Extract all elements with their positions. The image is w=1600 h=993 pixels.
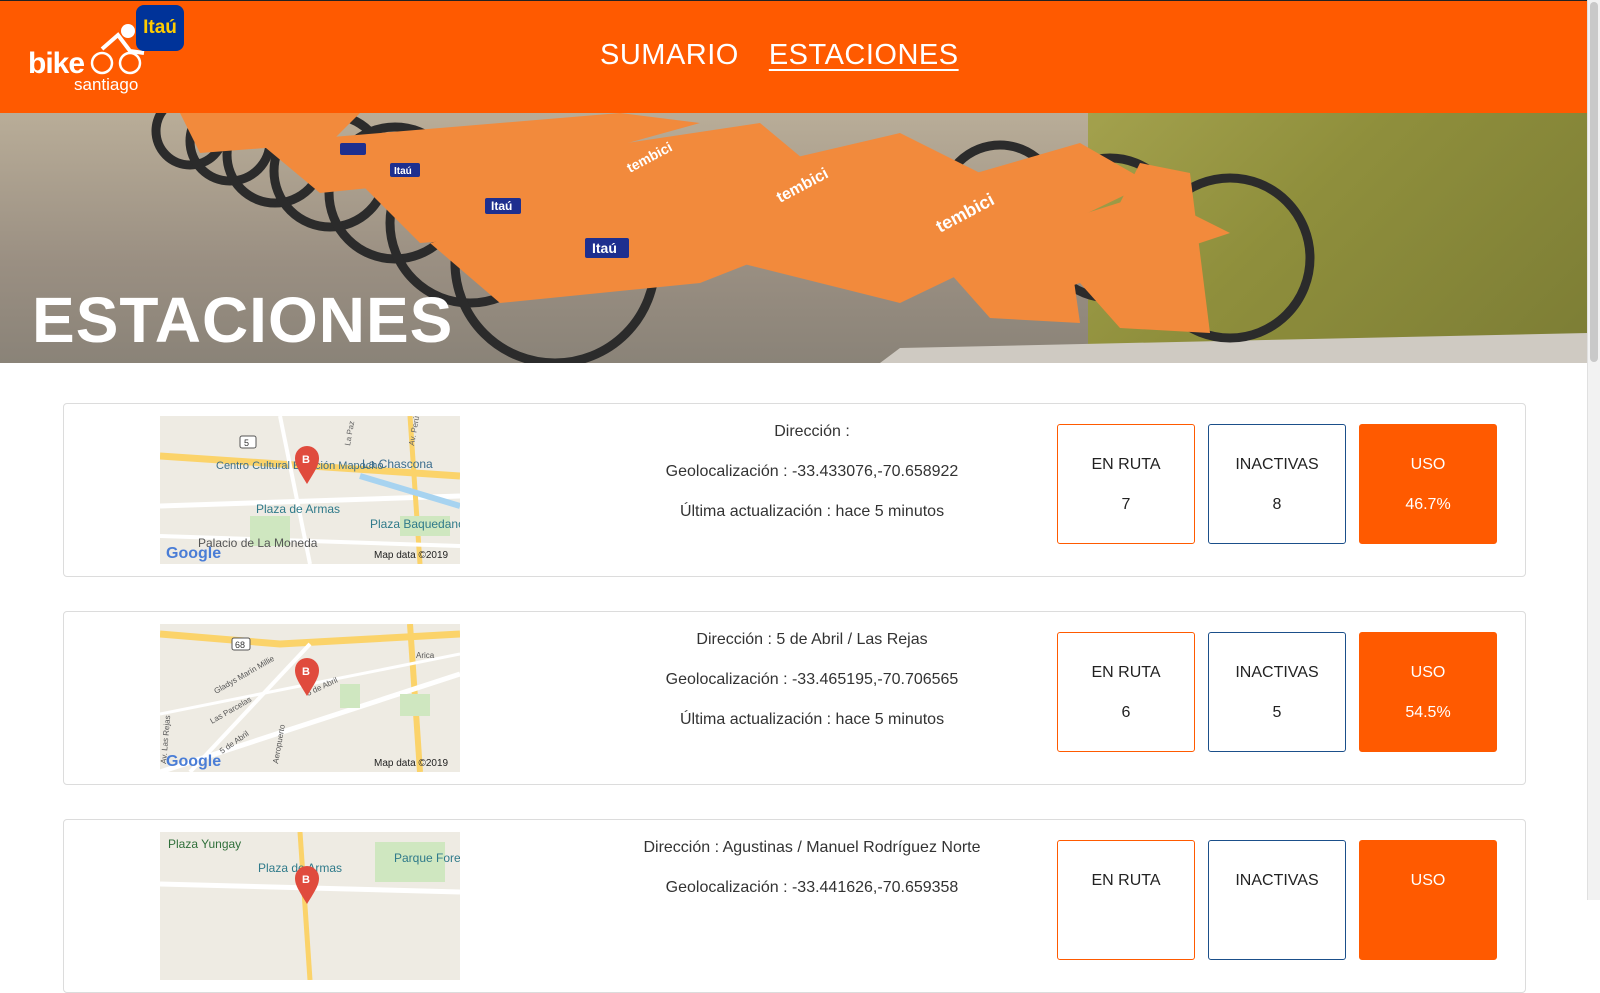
en-ruta-value: 6 bbox=[1121, 704, 1131, 721]
uso-label: USO bbox=[1410, 664, 1446, 681]
map-image: 68 Arica Gladys Marín Millie 5 de Abril … bbox=[160, 624, 460, 772]
page-scrollbar[interactable] bbox=[1587, 0, 1600, 900]
site-header: bike santiago Itaú SUMARIO ESTACIONES bbox=[0, 1, 1600, 113]
map-label: Plaza de Armas bbox=[256, 502, 340, 516]
station-map[interactable]: 68 Arica Gladys Marín Millie 5 de Abril … bbox=[160, 624, 460, 772]
en-ruta-label: EN RUTA bbox=[1091, 872, 1161, 889]
en-ruta-box: EN RUTA 7 bbox=[1057, 424, 1195, 544]
uso-box: USO 54.5% bbox=[1359, 632, 1497, 752]
bike-santiago-logo[interactable]: bike santiago bbox=[26, 21, 226, 96]
google-logo: Google bbox=[166, 753, 221, 770]
uso-value: 46.7% bbox=[1405, 496, 1451, 513]
map-marker-label: B bbox=[302, 874, 310, 886]
station-geolocalizacion: Geolocalización : -33.441626,-70.659358 bbox=[665, 879, 959, 896]
itau-bike-label: Itaú bbox=[491, 199, 512, 213]
map-label: Plaza Baquedano bbox=[370, 517, 460, 531]
main-nav: SUMARIO ESTACIONES bbox=[600, 39, 959, 72]
google-logo: Google bbox=[166, 545, 221, 562]
en-ruta-label: EN RUTA bbox=[1091, 456, 1161, 473]
station-card: 68 Arica Gladys Marín Millie 5 de Abril … bbox=[63, 611, 1526, 785]
inactivas-value: 5 bbox=[1272, 704, 1282, 721]
itau-bike-label: Itaú bbox=[394, 166, 412, 177]
hero-banner: Itaú Itaú Itaú tembici tembici tembici E… bbox=[0, 113, 1588, 363]
station-map[interactable]: Plaza Yungay Plaza de Armas Parque Fores… bbox=[160, 832, 460, 980]
station-info: Dirección : 5 de Abril / Las Rejas Geolo… bbox=[564, 626, 1060, 746]
road-shield: 5 bbox=[244, 438, 249, 448]
station-direccion: Dirección : 5 de Abril / Las Rejas bbox=[696, 631, 928, 648]
station-actualizacion: Última actualización : hace 5 minutos bbox=[679, 503, 945, 520]
station-info: Dirección : Agustinas / Manuel Rodríguez… bbox=[564, 834, 1060, 914]
station-map[interactable]: 5 La Chascona Centro Cultural Estación M… bbox=[160, 416, 460, 564]
itau-bike-label: Itaú bbox=[592, 240, 617, 256]
station-geolocalizacion: Geolocalización : -33.465195,-70.706565 bbox=[665, 671, 959, 688]
inactivas-value: 8 bbox=[1272, 496, 1282, 513]
uso-value: 54.5% bbox=[1405, 704, 1451, 721]
station-direccion: Dirección : Agustinas / Manuel Rodríguez… bbox=[643, 839, 981, 856]
map-label: Plaza Yungay bbox=[168, 837, 241, 851]
logo-city-text: santiago bbox=[74, 75, 139, 94]
inactivas-label: INACTIVAS bbox=[1235, 456, 1319, 473]
uso-label: USO bbox=[1410, 872, 1446, 889]
inactivas-box: INACTIVAS 5 bbox=[1208, 632, 1346, 752]
map-credit: Map data ©2019 bbox=[374, 758, 449, 769]
en-ruta-value: 7 bbox=[1121, 496, 1131, 513]
station-info: Dirección : Geolocalización : -33.433076… bbox=[564, 418, 1060, 538]
scrollbar-thumb[interactable] bbox=[1590, 2, 1598, 362]
inactivas-box: INACTIVAS bbox=[1208, 840, 1346, 960]
map-marker-label: B bbox=[302, 454, 310, 466]
station-direccion: Dirección : bbox=[774, 423, 850, 440]
uso-label: USO bbox=[1410, 456, 1446, 473]
station-card: 5 La Chascona Centro Cultural Estación M… bbox=[63, 403, 1526, 577]
station-card: Plaza Yungay Plaza de Armas Parque Fores… bbox=[63, 819, 1526, 993]
en-ruta-box: EN RUTA 6 bbox=[1057, 632, 1195, 752]
map-image: 5 La Chascona Centro Cultural Estación M… bbox=[160, 416, 460, 564]
uso-box: USO bbox=[1359, 840, 1497, 960]
inactivas-label: INACTIVAS bbox=[1235, 872, 1319, 889]
station-geolocalizacion: Geolocalización : -33.433076,-70.658922 bbox=[665, 463, 959, 480]
uso-box: USO 46.7% bbox=[1359, 424, 1497, 544]
en-ruta-box: EN RUTA bbox=[1057, 840, 1195, 960]
map-image: Plaza Yungay Plaza de Armas Parque Fores… bbox=[160, 832, 460, 980]
map-label: Arica bbox=[416, 651, 435, 660]
inactivas-box: INACTIVAS 8 bbox=[1208, 424, 1346, 544]
map-marker-label: B bbox=[302, 666, 310, 678]
nav-sumario[interactable]: SUMARIO bbox=[600, 39, 739, 72]
en-ruta-label: EN RUTA bbox=[1091, 664, 1161, 681]
nav-estaciones[interactable]: ESTACIONES bbox=[769, 39, 959, 72]
map-credit: Map data ©2019 bbox=[374, 550, 449, 561]
map-label: Parque Forestal bbox=[394, 851, 460, 865]
hero-title: ESTACIONES bbox=[32, 284, 454, 356]
road-shield: 68 bbox=[235, 640, 245, 650]
station-actualizacion: Última actualización : hace 5 minutos bbox=[679, 711, 945, 728]
inactivas-label: INACTIVAS bbox=[1235, 664, 1319, 681]
itau-logo: Itaú bbox=[136, 5, 184, 51]
